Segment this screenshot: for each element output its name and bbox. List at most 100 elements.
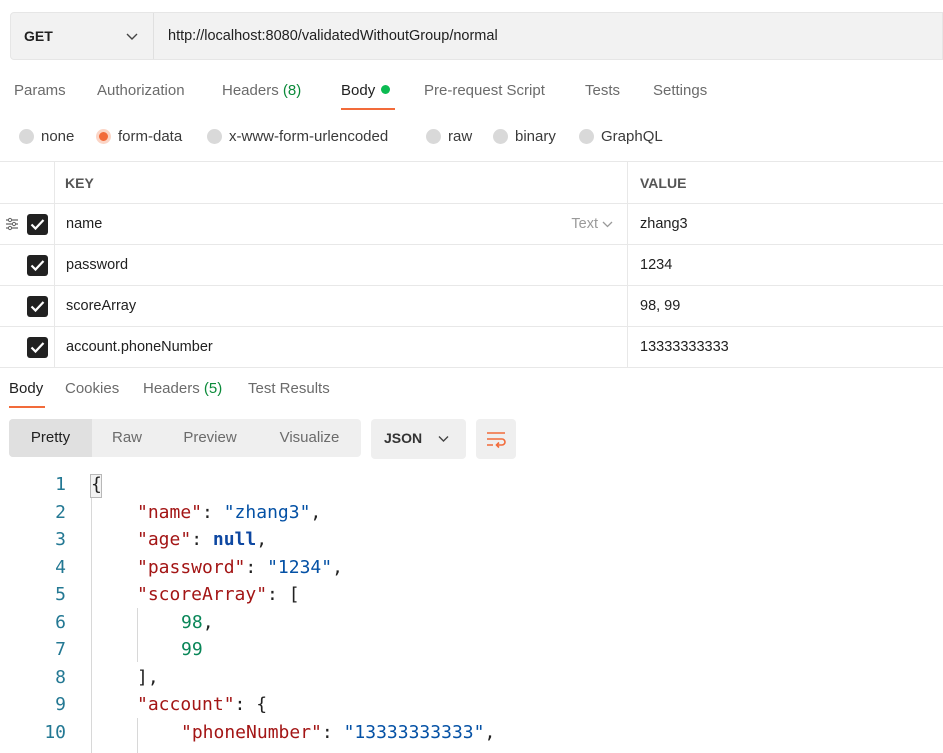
format-select[interactable]: JSON bbox=[371, 419, 466, 459]
chevron-down-icon bbox=[438, 436, 449, 442]
radio-selected-icon bbox=[96, 129, 111, 144]
view-raw-button[interactable]: Raw bbox=[100, 419, 154, 457]
url-input[interactable]: http://localhost:8080/validatedWithoutGr… bbox=[154, 28, 498, 44]
format-select-label: JSON bbox=[384, 430, 423, 446]
table-row: account.phoneNumber 13333333333 bbox=[0, 327, 943, 368]
active-tab-underline bbox=[341, 108, 395, 110]
code-line: ], bbox=[137, 667, 159, 688]
code-token: [ bbox=[288, 584, 300, 605]
row-key[interactable]: scoreArray bbox=[66, 298, 136, 314]
body-indicator-dot bbox=[381, 85, 391, 94]
request-tabs: Params Authorization Headers (8) Body Pr… bbox=[0, 72, 943, 110]
view-preview-button[interactable]: Preview bbox=[169, 419, 251, 457]
active-response-tab-underline bbox=[9, 406, 45, 408]
wrap-lines-button[interactable] bbox=[476, 419, 516, 459]
checkmark-icon bbox=[30, 219, 45, 231]
radio-raw[interactable]: raw bbox=[426, 128, 472, 145]
checkmark-icon bbox=[30, 342, 45, 354]
form-data-table: KEY VALUE name Text zhang3 password 1234… bbox=[0, 161, 943, 368]
code-token: ] bbox=[137, 667, 148, 688]
radio-none-label: none bbox=[41, 128, 75, 145]
code-line: { bbox=[91, 474, 102, 495]
code-line: "age": null, bbox=[137, 529, 268, 550]
code-token: "scoreArray" bbox=[137, 584, 268, 605]
response-tab-test-results[interactable]: Test Results bbox=[248, 380, 330, 397]
row-checkbox[interactable] bbox=[27, 296, 48, 317]
code-token: { bbox=[91, 474, 102, 495]
tab-headers[interactable]: Headers (8) bbox=[222, 82, 301, 99]
row-checkbox[interactable] bbox=[27, 255, 48, 276]
drag-handle-icon[interactable] bbox=[5, 217, 19, 231]
line-number: 5 bbox=[55, 584, 66, 605]
table-row: name Text zhang3 bbox=[0, 204, 943, 245]
response-tab-body[interactable]: Body bbox=[9, 380, 43, 397]
method-label: GET bbox=[24, 28, 53, 44]
tab-tests[interactable]: Tests bbox=[585, 82, 620, 99]
code-line: "password": "1234", bbox=[137, 557, 343, 578]
radio-circle-icon bbox=[493, 129, 508, 144]
code-token: "zhang3" bbox=[223, 502, 311, 523]
radio-circle-icon bbox=[579, 129, 594, 144]
radio-binary[interactable]: binary bbox=[493, 128, 556, 145]
response-tabs: Body Cookies Headers (5) Test Results bbox=[0, 372, 943, 408]
table-row: scoreArray 98, 99 bbox=[0, 286, 943, 327]
view-visualize-button[interactable]: Visualize bbox=[267, 419, 352, 457]
response-tab-headers[interactable]: Headers (5) bbox=[143, 380, 222, 397]
table-row: password 1234 bbox=[0, 245, 943, 286]
radio-graphql[interactable]: GraphQL bbox=[579, 128, 663, 145]
tab-body[interactable]: Body bbox=[341, 82, 391, 99]
code-line: 99 bbox=[181, 639, 203, 660]
type-select[interactable]: Text bbox=[571, 216, 613, 232]
radio-form-data[interactable]: form-data bbox=[96, 128, 182, 145]
response-tab-headers-label: Headers bbox=[143, 380, 200, 397]
radio-urlencoded[interactable]: x-www-form-urlencoded bbox=[207, 128, 388, 145]
radio-circle-icon bbox=[19, 129, 34, 144]
row-value[interactable]: 98, 99 bbox=[640, 298, 680, 314]
method-select[interactable]: GET bbox=[11, 13, 154, 59]
checkmark-icon bbox=[30, 260, 45, 272]
checkmark-icon bbox=[30, 301, 45, 313]
view-mode-toggle: Pretty Raw Preview Visualize bbox=[9, 419, 361, 457]
code-line: "account": { bbox=[137, 694, 268, 715]
row-value[interactable]: 1234 bbox=[640, 257, 672, 273]
tab-authorization[interactable]: Authorization bbox=[97, 82, 185, 99]
body-type-radios: none form-data x-www-form-urlencoded raw… bbox=[0, 122, 943, 152]
line-number: 4 bbox=[55, 557, 66, 578]
tab-prerequest-script[interactable]: Pre-request Script bbox=[424, 82, 545, 99]
code-token: null bbox=[212, 529, 257, 550]
line-number: 3 bbox=[55, 529, 66, 550]
line-number: 2 bbox=[55, 502, 66, 523]
code-token: "account" bbox=[137, 694, 235, 715]
code-token: "1234" bbox=[267, 557, 333, 578]
radio-none[interactable]: none bbox=[19, 128, 74, 145]
view-pretty-button[interactable]: Pretty bbox=[9, 419, 92, 457]
code-line: "phoneNumber": "13333333333", bbox=[181, 722, 496, 743]
row-value[interactable]: zhang3 bbox=[640, 216, 688, 232]
response-tab-cookies[interactable]: Cookies bbox=[65, 380, 119, 397]
radio-circle-icon bbox=[426, 129, 441, 144]
tab-headers-count: (8) bbox=[282, 82, 302, 99]
tab-params[interactable]: Params bbox=[14, 82, 66, 99]
row-key[interactable]: name bbox=[66, 216, 102, 232]
code-token: 98 bbox=[181, 612, 203, 633]
code-line: "name": "zhang3", bbox=[137, 502, 322, 523]
tab-settings[interactable]: Settings bbox=[653, 82, 707, 99]
radio-raw-label: raw bbox=[448, 128, 473, 145]
url-bar: GET http://localhost:8080/validatedWitho… bbox=[10, 12, 943, 60]
tab-body-label: Body bbox=[341, 82, 376, 99]
code-token: "name" bbox=[137, 502, 203, 523]
line-number: 1 bbox=[55, 474, 66, 495]
row-checkbox[interactable] bbox=[27, 337, 48, 358]
radio-form-data-label: form-data bbox=[118, 128, 183, 145]
line-number: 8 bbox=[55, 667, 66, 688]
response-body-editor[interactable]: 1 2 3 4 5 6 7 8 9 10 { "name": "zhang3",… bbox=[0, 470, 943, 753]
row-key[interactable]: password bbox=[66, 257, 128, 273]
code-line: 98, bbox=[181, 612, 214, 633]
row-value[interactable]: 13333333333 bbox=[640, 339, 729, 355]
indent-guide bbox=[137, 608, 138, 662]
row-checkbox[interactable] bbox=[27, 214, 48, 235]
code-token: "phoneNumber" bbox=[181, 722, 322, 743]
radio-urlencoded-label: x-www-form-urlencoded bbox=[229, 128, 389, 145]
code-line: "scoreArray": [ bbox=[137, 584, 300, 605]
row-key[interactable]: account.phoneNumber bbox=[66, 339, 213, 355]
